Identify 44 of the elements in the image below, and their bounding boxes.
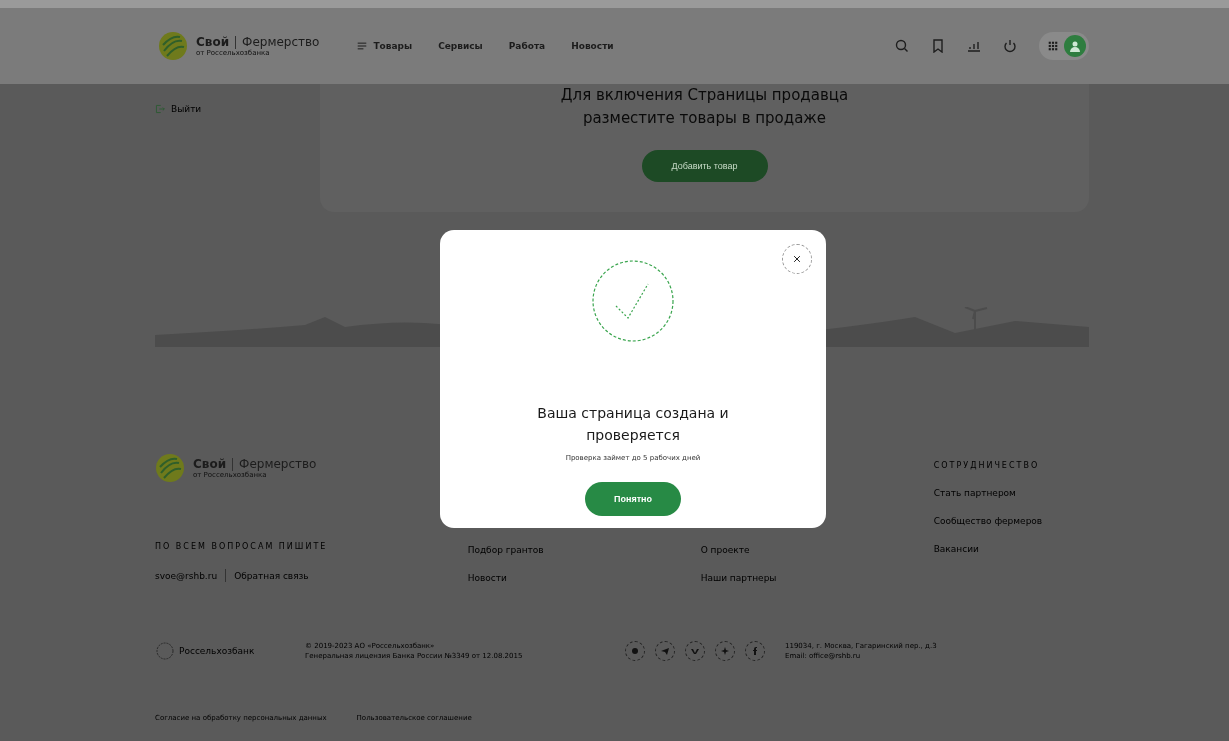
- nav-link[interactable]: Сервисы: [438, 41, 483, 51]
- modal-title: Ваша страница создана и проверяется: [536, 404, 730, 445]
- bank-logo: Россельхозбанк: [155, 641, 285, 661]
- menu-icon: [357, 41, 368, 51]
- footer-link[interactable]: Стать партнером: [933, 488, 1089, 498]
- avatar: [1064, 35, 1086, 57]
- footer-heading: СОТРУДНИЧЕСТВО: [933, 461, 1041, 470]
- footer-link[interactable]: Вакансии: [933, 544, 1089, 554]
- product-name: Фермерство: [242, 35, 320, 49]
- chart-button[interactable]: [967, 39, 981, 53]
- footer-heading: ПО ВСЕМ ВОПРОСАМ ПИШИТЕ: [155, 542, 329, 551]
- banner-message: Для включения Страницы продавца разместите товары в продаже: [559, 85, 850, 129]
- power-button[interactable]: [1003, 39, 1017, 53]
- logo-icon: [158, 31, 188, 61]
- grid-icon: [1048, 41, 1058, 51]
- profile-button[interactable]: [1039, 32, 1089, 60]
- ok-button[interactable]: Понятно: [585, 482, 681, 516]
- social-icon: [631, 647, 639, 655]
- check-icon: [590, 258, 676, 344]
- brand-name: Свой: [193, 457, 227, 471]
- email-link[interactable]: svoe@rshb.ru: [155, 570, 218, 581]
- logout-link[interactable]: Выйти: [155, 104, 290, 114]
- footer-link[interactable]: Наши партнеры: [700, 573, 934, 583]
- close-button[interactable]: [782, 244, 812, 274]
- social-icon: [721, 647, 729, 655]
- feedback-link[interactable]: Обратная связь: [234, 570, 309, 581]
- social-icon: [691, 647, 699, 655]
- social-icon: [661, 647, 669, 655]
- nav-link[interactable]: Товары: [357, 41, 413, 51]
- nav-link[interactable]: Работа: [508, 41, 546, 51]
- search-button[interactable]: [895, 39, 909, 53]
- add-product-button[interactable]: Добавить товар: [641, 150, 768, 182]
- product-name: Фермерство: [239, 457, 317, 471]
- nav-link[interactable]: Новости: [571, 41, 614, 51]
- social-icon: [751, 647, 759, 655]
- footer-link[interactable]: Подбор грантов: [467, 545, 701, 555]
- close-icon: [792, 254, 802, 264]
- brand-name: Свой: [196, 35, 230, 49]
- logo-icon: [155, 453, 185, 483]
- bookmark-button[interactable]: [931, 39, 945, 53]
- footer-link[interactable]: Новости: [467, 573, 701, 583]
- footer-link[interactable]: Сообщество фермеров: [933, 516, 1089, 526]
- exit-icon: [155, 104, 165, 114]
- footer-link[interactable]: О проекте: [700, 545, 934, 555]
